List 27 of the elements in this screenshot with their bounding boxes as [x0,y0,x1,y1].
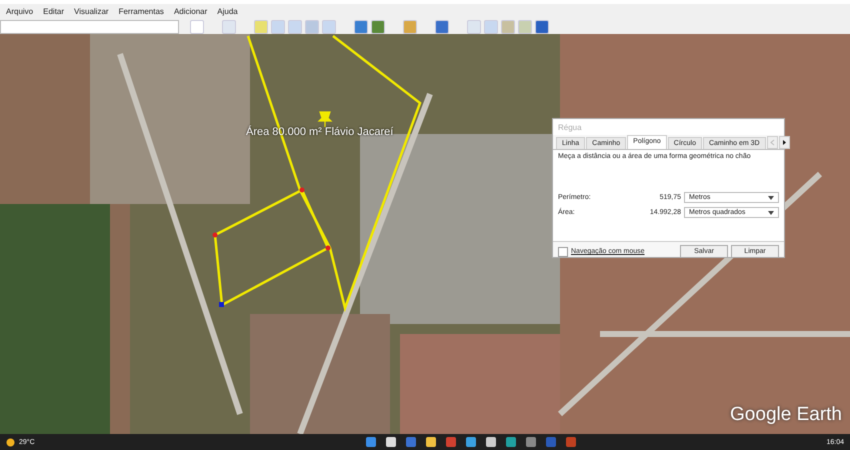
toolbar-button[interactable] [435,20,449,34]
map-logo: Google Earth [730,404,842,426]
caret-icon [768,210,774,214]
menu-item[interactable]: Editar [43,7,64,19]
taskbar-app-icon[interactable] [426,437,436,447]
menu-item[interactable]: Ajuda [217,7,238,19]
search-field[interactable] [0,20,179,34]
pushpin-icon[interactable] [318,111,332,128]
dialog-title: Régua [553,119,784,135]
toolbar-button[interactable] [371,20,385,34]
toolbar-button[interactable] [354,20,368,34]
checkbox[interactable] [558,246,568,256]
caret-icon [768,196,774,200]
taskbar-app-icon[interactable] [506,437,516,447]
taskbar-app-icon[interactable] [366,437,376,447]
menu-item[interactable]: Ferramentas [118,7,164,19]
taskbar-app-icon[interactable] [386,437,396,447]
taskbar-app-icon[interactable] [486,437,496,447]
menu-item[interactable]: Arquivo [6,7,34,19]
taskbar-app-icon[interactable] [466,437,476,447]
ruler-polygon[interactable] [212,188,330,307]
satellite-map-drawing[interactable] [0,34,850,434]
toolbar-button[interactable] [535,20,549,34]
scroll-right-button[interactable] [778,136,790,149]
menu-item[interactable]: Visualizar [74,7,109,19]
sun-icon[interactable] [6,438,15,446]
menu-item[interactable]: Adicionar [174,7,208,19]
